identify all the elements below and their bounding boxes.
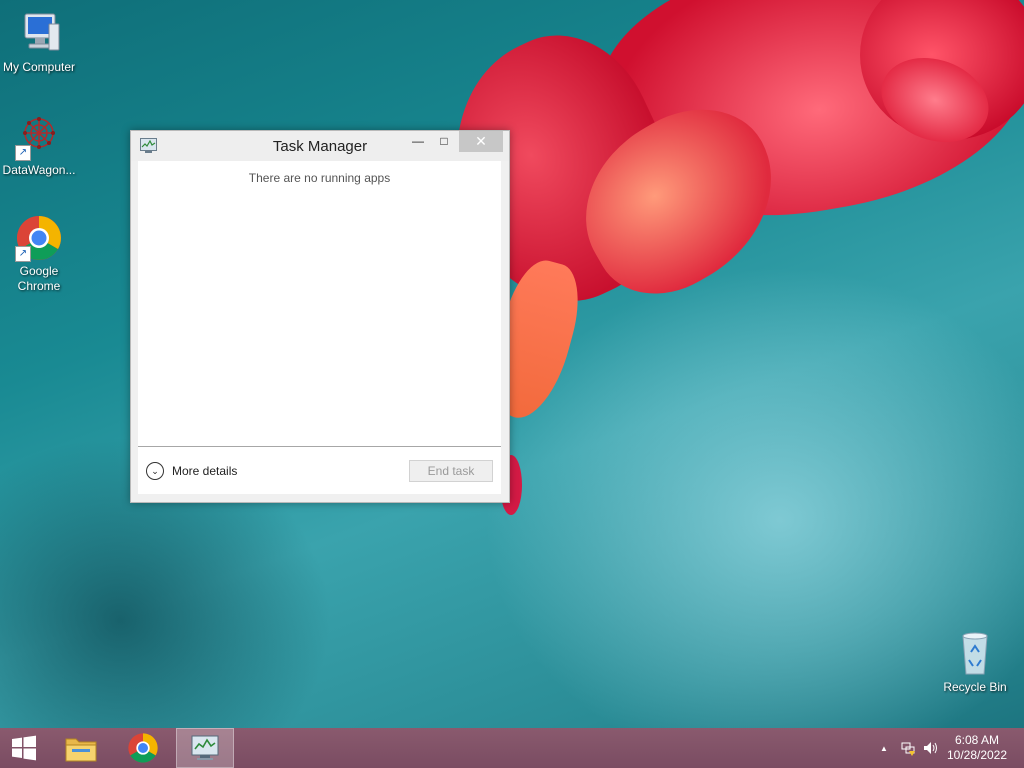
desktop-icon-label: Google Chrome	[17, 264, 61, 293]
network-icon[interactable]	[900, 740, 916, 759]
folder-icon	[65, 738, 97, 762]
taskbar-google-chrome[interactable]	[114, 728, 172, 768]
desktop-icon-label: DataWagon...	[2, 163, 76, 177]
task-manager-window[interactable]: Task Manager — □ ✕ There are no running …	[130, 130, 510, 503]
show-hidden-icons-button[interactable]: ▲	[880, 744, 888, 753]
maximize-button[interactable]: □	[433, 131, 455, 152]
shortcut-arrow-icon: ↗	[15, 246, 31, 262]
computer-icon	[15, 10, 63, 58]
desktop-icon-label: Recycle Bin	[943, 680, 1007, 694]
chrome-icon	[128, 733, 158, 763]
desktop-icon-label: My Computer	[2, 60, 76, 74]
task-manager-icon	[191, 735, 219, 760]
recycle-bin-icon	[951, 630, 999, 678]
datawagon-icon: ↗	[15, 113, 63, 161]
more-details-button[interactable]: ⌄ More details	[146, 461, 237, 481]
more-details-label: More details	[172, 464, 238, 478]
taskbar: ▲ 6:08 AM 10/28/2022	[0, 728, 1024, 768]
close-button[interactable]: ✕	[459, 131, 503, 152]
taskbar-task-manager[interactable]	[176, 728, 234, 768]
title-bar[interactable]: Task Manager — □ ✕	[131, 131, 509, 161]
app-list-pane: There are no running apps	[138, 161, 501, 447]
chrome-icon: ↗	[15, 214, 63, 262]
chevron-down-icon: ⌄	[146, 462, 164, 480]
desktop-icon-datawagon[interactable]: ↗ DataWagon...	[0, 113, 78, 178]
desktop[interactable]: My Computer ↗ DataWagon... ↗ Google Chro…	[0, 0, 1024, 728]
minimize-button[interactable]: —	[407, 131, 429, 152]
desktop-icon-google-chrome[interactable]: ↗ Google Chrome	[0, 214, 78, 294]
clock-time: 6:08 AM	[954, 733, 1000, 747]
clock[interactable]: 6:08 AM 10/28/2022	[942, 733, 1012, 763]
windows-logo-icon	[12, 735, 36, 761]
empty-message: There are no running apps	[248, 171, 391, 185]
desktop-icon-my-computer[interactable]: My Computer	[0, 10, 78, 75]
taskbar-file-explorer[interactable]	[52, 728, 110, 768]
volume-icon[interactable]	[922, 740, 938, 759]
desktop-icon-recycle-bin[interactable]: Recycle Bin	[936, 630, 1014, 695]
shortcut-arrow-icon: ↗	[15, 145, 31, 161]
clock-date: 10/28/2022	[946, 748, 1008, 762]
end-task-button[interactable]: End task	[409, 460, 493, 482]
start-button[interactable]	[0, 728, 48, 768]
system-tray: ▲ 6:08 AM 10/28/2022	[864, 728, 1024, 768]
footer: ⌄ More details End task	[138, 447, 501, 494]
